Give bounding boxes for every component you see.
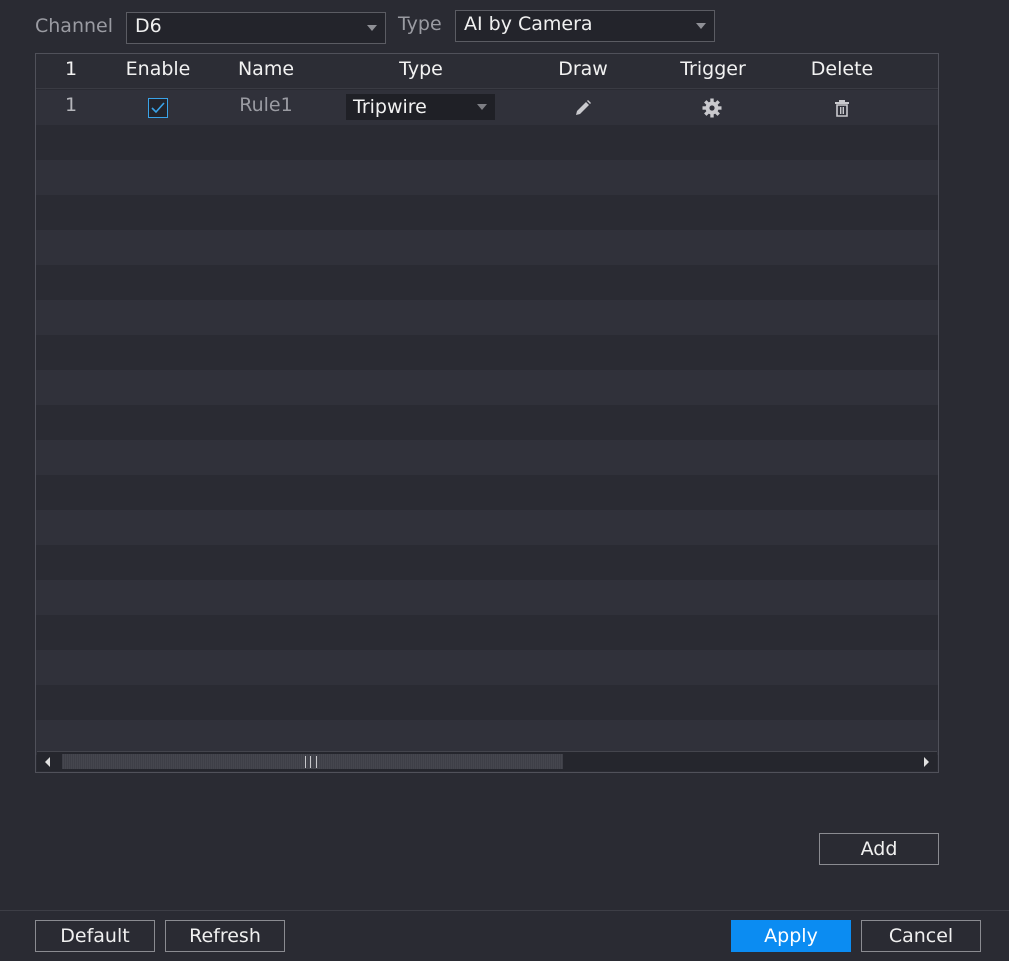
chevron-down-icon	[367, 25, 377, 31]
rule-type-value: Tripwire	[353, 96, 427, 118]
gear-icon[interactable]	[701, 97, 723, 119]
empty-table-row	[36, 545, 938, 580]
arrow-left-icon	[45, 757, 50, 767]
chevron-down-icon	[477, 104, 487, 110]
col-trigger: Trigger	[680, 58, 746, 80]
apply-button[interactable]: Apply	[731, 920, 851, 952]
empty-table-row	[36, 510, 938, 545]
rule-name[interactable]: Rule1	[216, 94, 316, 116]
empty-table-row	[36, 335, 938, 370]
type-filter-value: AI by Camera	[464, 13, 593, 35]
empty-table-row	[36, 300, 938, 335]
col-enable: Enable	[125, 58, 191, 80]
empty-table-row	[36, 440, 938, 475]
empty-table-row	[36, 265, 938, 300]
empty-table-row	[36, 125, 938, 160]
type-filter-label: Type	[398, 13, 442, 35]
cancel-button[interactable]: Cancel	[861, 920, 981, 952]
refresh-button[interactable]: Refresh	[165, 920, 285, 952]
rules-table: 1 Enable Name Type Draw Trigger Delete 1…	[35, 53, 939, 773]
col-delete: Delete	[810, 58, 874, 80]
empty-table-row	[36, 615, 938, 650]
type-filter-select[interactable]: AI by Camera	[455, 10, 715, 42]
empty-table-row	[36, 230, 938, 265]
empty-table-row	[36, 580, 938, 615]
col-name: Name	[237, 58, 295, 80]
col-type: Type	[399, 58, 443, 80]
horizontal-scrollbar[interactable]	[37, 751, 937, 771]
table-row: 1 Rule1 Tripwire	[36, 90, 938, 125]
table-header: 1 Enable Name Type Draw Trigger Delete	[36, 54, 938, 89]
row-index: 1	[64, 94, 78, 116]
chevron-down-icon	[696, 23, 706, 29]
col-index: 1	[64, 58, 78, 80]
arrow-right-icon	[924, 757, 929, 767]
empty-table-row	[36, 685, 938, 720]
channel-select[interactable]: D6	[126, 12, 386, 44]
grip-icon	[305, 756, 317, 768]
add-button[interactable]: Add	[819, 833, 939, 865]
footer-divider	[0, 910, 1009, 911]
col-draw: Draw	[558, 58, 608, 80]
empty-table-row	[36, 160, 938, 195]
empty-table-row	[36, 475, 938, 510]
channel-value: D6	[135, 15, 162, 37]
scrollbar-thumb[interactable]	[62, 754, 563, 769]
scroll-left-button[interactable]	[37, 753, 59, 770]
pencil-icon[interactable]	[572, 97, 594, 119]
empty-table-row	[36, 405, 938, 440]
rule-type-select[interactable]: Tripwire	[346, 94, 495, 120]
enable-checkbox[interactable]	[148, 98, 168, 118]
scroll-right-button[interactable]	[915, 753, 937, 770]
empty-table-row	[36, 720, 938, 755]
default-button[interactable]: Default	[35, 920, 155, 952]
check-icon	[151, 102, 165, 114]
channel-label: Channel	[35, 15, 114, 37]
empty-table-row	[36, 370, 938, 405]
empty-table-row	[36, 650, 938, 685]
trash-icon[interactable]	[831, 97, 853, 119]
empty-table-row	[36, 195, 938, 230]
